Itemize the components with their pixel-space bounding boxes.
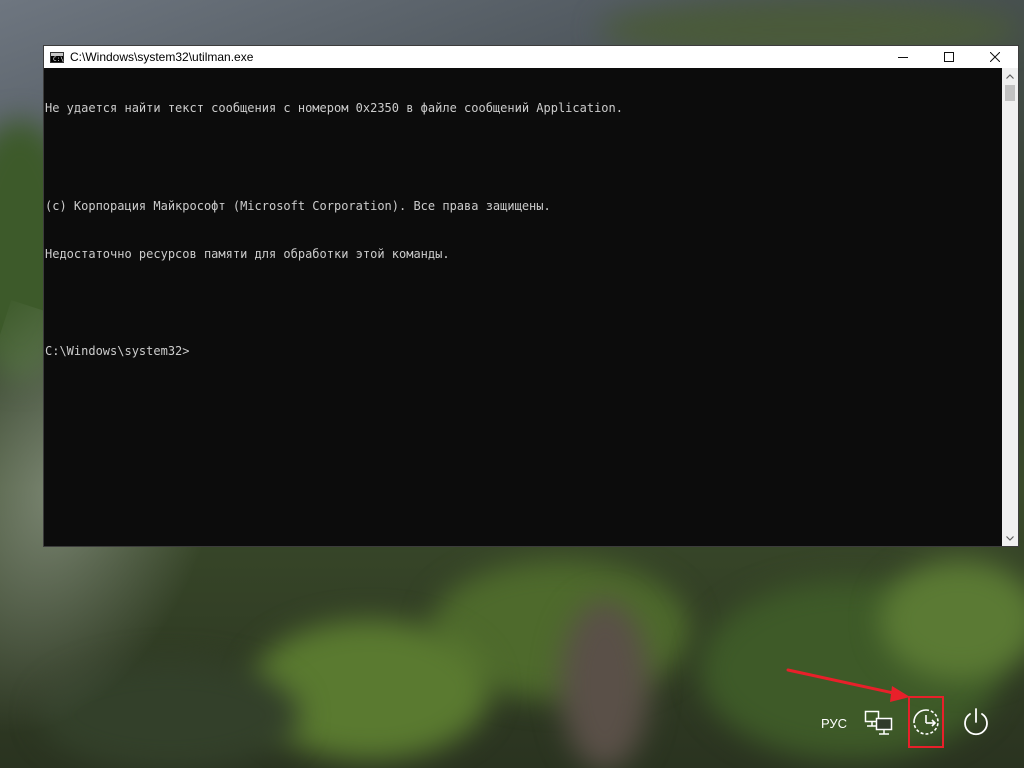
scroll-down-arrow[interactable] <box>1002 530 1018 546</box>
window-title: C:\Windows\system32\utilman.exe <box>70 50 254 64</box>
console-line: Недостаточно ресурсов памяти для обработ… <box>45 247 450 262</box>
scroll-up-arrow[interactable] <box>1002 68 1018 84</box>
annotation-arrow <box>786 668 910 702</box>
maximize-button[interactable] <box>926 46 972 68</box>
power-icon <box>964 708 988 736</box>
network-button[interactable] <box>861 706 897 740</box>
ease-of-access-button[interactable] <box>908 696 944 748</box>
minimize-icon <box>898 57 908 58</box>
maximize-icon <box>944 52 954 62</box>
minimize-button[interactable] <box>880 46 926 68</box>
console-prompt[interactable]: C:\Windows\system32> <box>44 343 1002 359</box>
console-icon[interactable]: C:\ <box>50 51 64 63</box>
scrollbar-thumb[interactable] <box>1005 85 1015 101</box>
network-icon <box>864 710 893 735</box>
close-icon <box>990 52 1000 62</box>
console-window[interactable]: C:\ C:\Windows\system32\utilman.exe Не у… <box>43 45 1019 547</box>
console-output[interactable]: Не удается найти текст сообщения с номер… <box>44 68 1002 546</box>
input-language-button[interactable]: РУС <box>814 712 854 734</box>
ease-of-access-icon <box>913 709 939 735</box>
chevron-up-icon <box>1006 73 1014 79</box>
console-line: Не удается найти текст сообщения с номер… <box>45 101 623 116</box>
power-button[interactable] <box>956 702 996 744</box>
close-button[interactable] <box>972 46 1018 68</box>
chevron-down-icon <box>1006 535 1014 541</box>
window-titlebar[interactable]: C:\ C:\Windows\system32\utilman.exe <box>44 46 1018 68</box>
console-line: (c) Корпорация Майкрософт (Microsoft Cor… <box>45 198 551 213</box>
vertical-scrollbar[interactable] <box>1002 68 1018 546</box>
